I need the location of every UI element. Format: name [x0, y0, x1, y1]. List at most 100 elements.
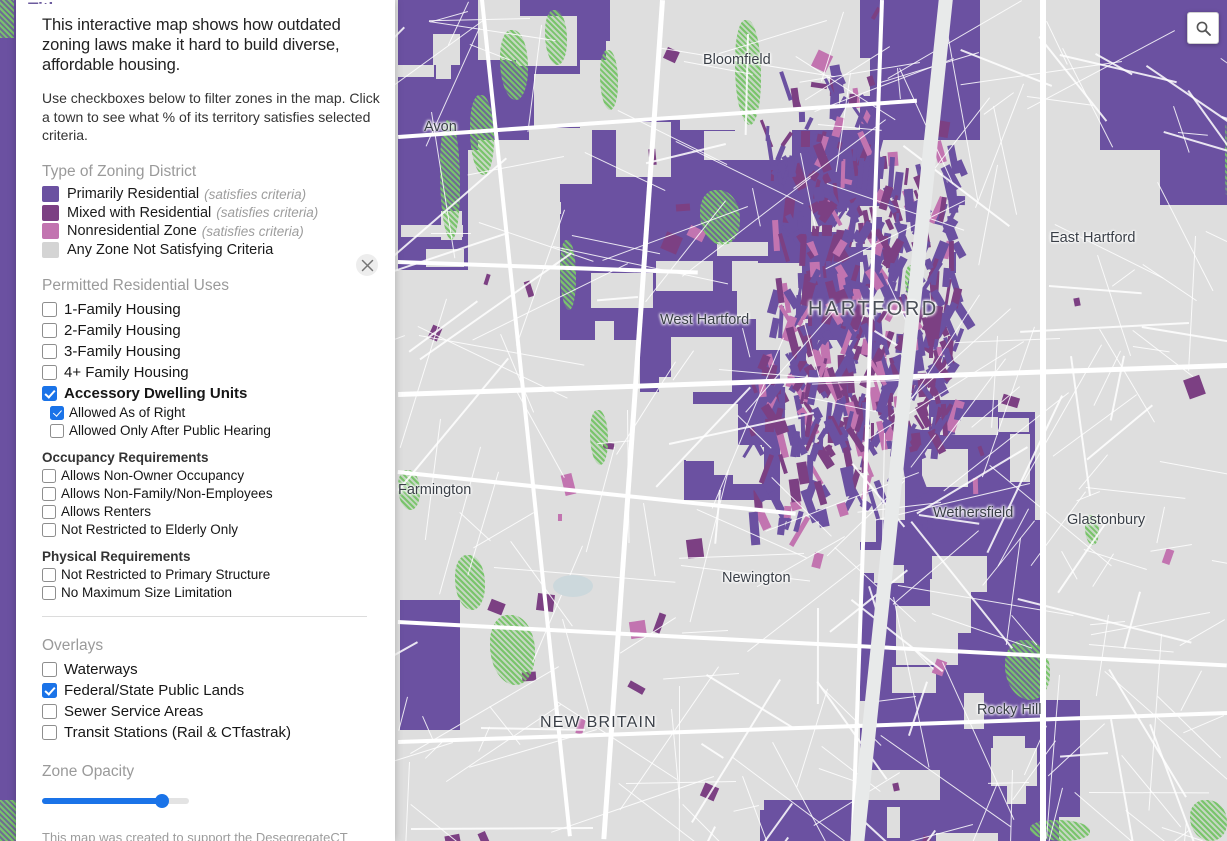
zoning-legend: Primarily Residential (satisfies criteria…	[28, 185, 381, 259]
checkbox[interactable]	[50, 423, 64, 438]
checkbox[interactable]	[42, 343, 57, 359]
zone-unsatisfying	[772, 596, 820, 642]
legend-heading: Type of Zoning District	[42, 162, 197, 180]
checkbox-label: Allows Renters	[61, 504, 152, 520]
legend-label: Primarily Residential	[67, 186, 200, 203]
filter-panel: Title This interactive map shows how out…	[16, 0, 395, 841]
adu-suboption[interactable]: Allowed Only After Public Hearing	[50, 422, 381, 440]
permitted-uses-heading: Permitted Residential Uses	[42, 276, 229, 294]
map-street	[1142, 264, 1198, 302]
section-divider	[42, 615, 367, 617]
permitted-uses-list: 1-Family Housing 2-Family Housing 3-Family…	[28, 299, 381, 404]
public-land-overlay	[1190, 800, 1227, 841]
legend-label: Mixed with Residential	[67, 204, 212, 221]
overlay-option[interactable]: Federal/State Public Lands	[42, 680, 381, 701]
zone-parcel	[1183, 374, 1207, 400]
checkbox[interactable]	[50, 405, 64, 420]
checkbox-label: Allows Non-Family/Non-Employees	[61, 486, 273, 502]
permitted-use-option[interactable]: 2-Family Housing	[42, 320, 381, 341]
checkbox[interactable]	[42, 661, 57, 677]
checkbox[interactable]	[42, 486, 56, 501]
map-highway	[1040, 0, 1046, 841]
map-street	[1159, 461, 1227, 497]
map-street	[1156, 506, 1166, 544]
zone-opacity-heading: Zone Opacity	[42, 762, 135, 780]
footer-credits: This map was created to support the Dese…	[42, 829, 387, 841]
desegregatect-link[interactable]: DesegregateCT	[256, 830, 348, 841]
checkbox[interactable]	[42, 385, 57, 401]
zone-unsatisfying	[615, 122, 671, 177]
zone-parcel	[821, 224, 832, 237]
adu-suboptions-list: Allowed As of Right Allowed Only After Pu…	[28, 404, 381, 440]
occupancy-option[interactable]: Allows Non-Family/Non-Employees	[42, 485, 381, 503]
checkbox-label: Allows Non-Owner Occupancy	[61, 468, 245, 484]
zone-unsatisfying	[1045, 288, 1073, 345]
legend-swatch	[42, 186, 59, 203]
checkbox[interactable]	[42, 682, 57, 698]
physical-requirements-list: Not Restricted to Primary Structure No Ma…	[28, 566, 381, 602]
map-street	[1180, 670, 1203, 712]
physical-option[interactable]: Not Restricted to Primary Structure	[42, 566, 381, 584]
occupancy-heading: Occupancy Requirements	[42, 449, 209, 465]
adu-suboption[interactable]: Allowed As of Right	[50, 404, 381, 422]
checkbox-label: Allowed As of Right	[69, 405, 186, 421]
zone-parcel	[949, 240, 955, 272]
zone-unsatisfying	[891, 667, 936, 694]
permitted-use-option[interactable]: 3-Family Housing	[42, 341, 381, 362]
checkbox[interactable]	[42, 522, 56, 537]
occupancy-requirements-list: Allows Non-Owner Occupancy Allows Non-Fam…	[28, 467, 381, 539]
zone-parcel	[626, 680, 645, 695]
zone-unsatisfying	[963, 692, 984, 730]
permitted-use-option[interactable]: Accessory Dwelling Units	[42, 383, 381, 404]
checkbox[interactable]	[42, 468, 56, 483]
page-title: Title	[28, 0, 381, 4]
checkbox[interactable]	[42, 703, 57, 719]
zone-opacity-slider[interactable]	[42, 793, 189, 809]
checkbox[interactable]	[42, 504, 56, 519]
slider-thumb[interactable]	[155, 793, 170, 808]
overlay-option[interactable]: Waterways	[42, 659, 381, 680]
permitted-use-option[interactable]: 1-Family Housing	[42, 299, 381, 320]
zone-primarily-residential	[1160, 95, 1227, 205]
checkbox[interactable]	[42, 322, 57, 338]
physical-option[interactable]: No Maximum Size Limitation	[42, 584, 381, 602]
zone-parcel	[676, 203, 691, 212]
checkbox[interactable]	[42, 724, 57, 740]
occupancy-option[interactable]: Allows Non-Owner Occupancy	[42, 467, 381, 485]
occupancy-option[interactable]: Allows Renters	[42, 503, 381, 521]
checkbox-label: 3-Family Housing	[64, 342, 181, 360]
map-street	[1132, 345, 1170, 353]
zone-unsatisfying	[1041, 170, 1098, 227]
checkbox[interactable]	[42, 301, 57, 317]
checkbox[interactable]	[42, 364, 57, 380]
map-street	[1093, 350, 1121, 407]
legend-swatch	[42, 241, 59, 258]
map-street	[818, 767, 855, 782]
map-water-body	[553, 575, 593, 597]
zone-parcel	[800, 412, 806, 445]
search-icon[interactable]	[1187, 12, 1219, 44]
overlay-option[interactable]: Transit Stations (Rail & CTfastrak)	[42, 722, 381, 743]
occupancy-option[interactable]: Not Restricted to Elderly Only	[42, 521, 381, 539]
zone-unsatisfying	[632, 787, 698, 841]
checkbox[interactable]	[42, 585, 56, 600]
checkbox[interactable]	[42, 567, 56, 582]
overlay-option[interactable]: Sewer Service Areas	[42, 701, 381, 722]
map-street	[1187, 236, 1196, 372]
zone-parcel	[818, 434, 824, 451]
map-street	[1097, 255, 1132, 357]
zone-parcel	[891, 782, 900, 792]
close-icon[interactable]	[356, 254, 378, 276]
zone-unsatisfying	[686, 403, 738, 461]
physical-heading: Physical Requirements	[42, 548, 191, 564]
checkbox-label: 1-Family Housing	[64, 300, 181, 318]
map-street	[663, 672, 740, 680]
intro-instructions: Use checkboxes below to filter zones in …	[42, 90, 380, 144]
map-street	[1111, 268, 1135, 287]
permitted-use-option[interactable]: 4+ Family Housing	[42, 362, 381, 383]
zone-parcel	[483, 273, 491, 286]
checkbox-label: Waterways	[64, 660, 138, 678]
zone-parcel	[799, 111, 806, 122]
map-street	[1085, 486, 1186, 499]
public-land-overlay	[590, 410, 608, 465]
